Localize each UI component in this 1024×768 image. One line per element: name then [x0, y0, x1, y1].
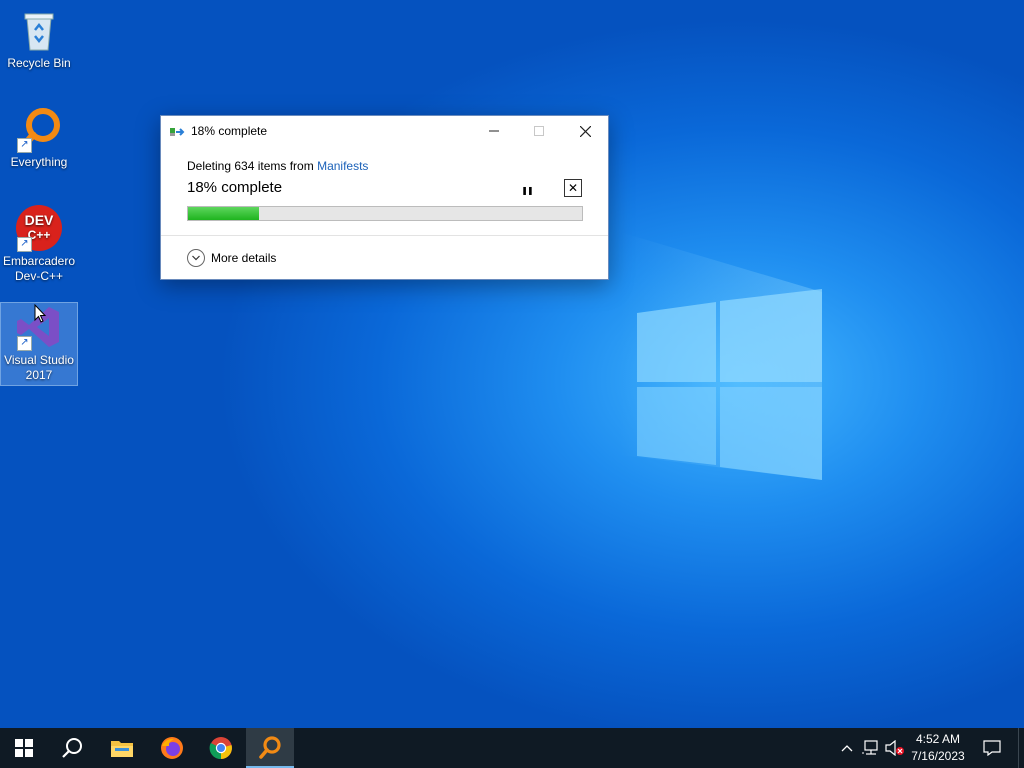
taskbar-chrome[interactable]: [197, 728, 245, 768]
pause-button[interactable]: ❚❚: [519, 182, 535, 198]
divider: [161, 235, 608, 236]
minimize-button[interactable]: [471, 116, 517, 146]
deleting-text: Deleting 634 items from: [187, 159, 314, 173]
cancel-operation-button[interactable]: ✕: [564, 179, 582, 197]
more-details-label: More details: [211, 251, 277, 265]
clock-date: 7/16/2023: [911, 749, 965, 763]
source-folder-link[interactable]: Manifests: [317, 159, 368, 173]
shortcut-arrow-icon: ↗: [17, 336, 32, 351]
shortcut-arrow-icon: ↗: [17, 237, 32, 252]
shortcut-arrow-icon: ↗: [17, 138, 32, 153]
chevron-down-icon: [187, 249, 205, 267]
show-hidden-icons-button[interactable]: [838, 728, 856, 768]
desktop-icon-label: Recycle Bin: [7, 56, 71, 70]
maximize-button: [516, 116, 562, 146]
everything-icon: [259, 736, 281, 759]
start-button[interactable]: [0, 728, 48, 768]
volume-button[interactable]: [884, 728, 906, 768]
clock-time: 4:52 AM: [915, 732, 961, 746]
windows-start-icon: [15, 739, 33, 757]
minimize-icon: [489, 130, 499, 132]
close-button[interactable]: [562, 116, 608, 146]
dev-cpp-icon: DEV C++ ↗: [15, 204, 63, 252]
desktop-icon-label: Visual Studio 2017: [4, 353, 74, 382]
delete-progress-dialog[interactable]: 18% complete Deleting 634 items from Man…: [160, 115, 609, 280]
title-bar[interactable]: 18% complete: [161, 116, 608, 146]
file-operation-icon: [170, 128, 185, 136]
search-icon: [62, 738, 82, 758]
volume-muted-icon: [885, 740, 904, 756]
dialog-title: 18% complete: [191, 124, 268, 138]
percent-complete-text: 18% complete: [187, 179, 283, 196]
desktop-icon-label: Everything: [10, 155, 68, 169]
chevron-up-icon: [841, 745, 853, 752]
desktop-icon-recycle-bin[interactable]: Recycle Bin: [1, 6, 77, 71]
close-icon: [579, 125, 591, 137]
desktop-icon-everything[interactable]: ↗ Everything: [1, 105, 77, 170]
progress-bar: [187, 206, 583, 221]
mouse-cursor-icon: [34, 304, 47, 323]
search-button[interactable]: [48, 728, 96, 768]
desktop-icon-label: Embarcadero Dev-C++: [2, 254, 76, 283]
clock[interactable]: 4:52 AM 7/16/2023: [904, 731, 972, 765]
taskbar[interactable]: 4:52 AM 7/16/2023: [0, 728, 1024, 768]
network-icon: [862, 740, 878, 755]
svg-text:DEV: DEV: [25, 212, 54, 228]
file-explorer-icon: [111, 741, 133, 757]
more-details-toggle[interactable]: More details: [187, 249, 276, 267]
desktop[interactable]: Recycle Bin ↗ Everything DEV C++ ↗ Embarc…: [0, 0, 1024, 728]
firefox-icon: [161, 737, 183, 759]
network-button[interactable]: [860, 728, 882, 768]
windows-wallpaper-logo: [620, 232, 822, 480]
desktop-icon-dev-cpp[interactable]: DEV C++ ↗ Embarcadero Dev-C++: [1, 204, 77, 284]
maximize-icon: [534, 126, 544, 136]
pause-icon: ❚❚: [521, 185, 533, 195]
notification-icon: [983, 740, 1001, 756]
operation-description: Deleting 634 items from Manifests: [187, 159, 368, 173]
taskbar-everything[interactable]: [246, 728, 294, 768]
recycle-bin-icon: [15, 6, 63, 54]
progress-bar-fill: [188, 207, 259, 220]
show-desktop-button[interactable]: [1018, 728, 1024, 768]
taskbar-file-explorer[interactable]: [98, 728, 146, 768]
chrome-icon: [209, 737, 232, 760]
cancel-icon: ✕: [567, 181, 579, 195]
taskbar-firefox[interactable]: [148, 728, 196, 768]
everything-magnifier-icon: ↗: [15, 105, 63, 153]
action-center-button[interactable]: [978, 728, 1006, 768]
